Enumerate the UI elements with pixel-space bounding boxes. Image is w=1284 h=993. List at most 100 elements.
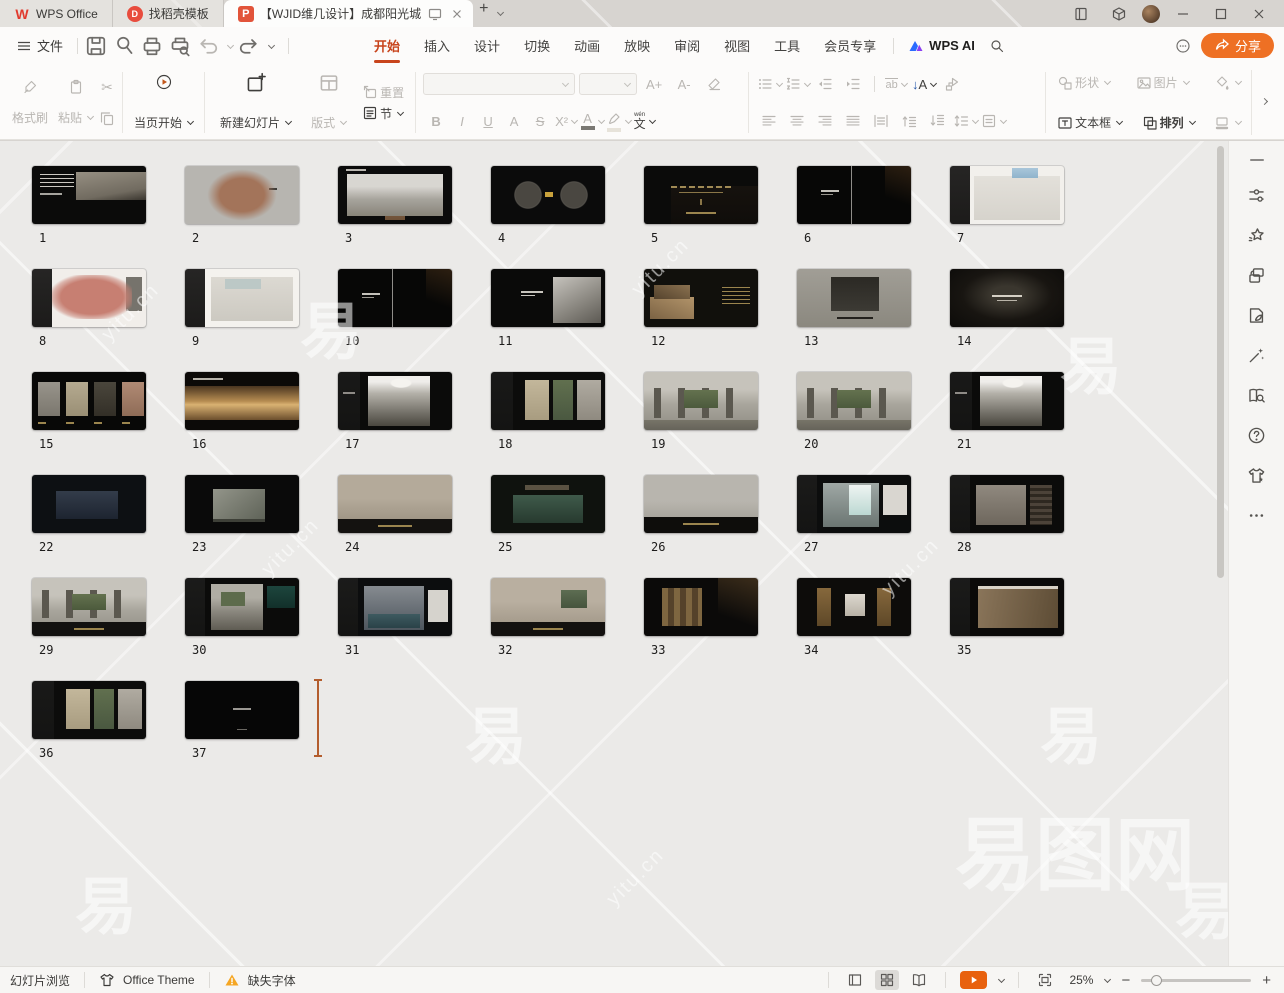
decrease-font-button[interactable]: A- [671, 72, 697, 96]
outline-button[interactable] [1210, 113, 1245, 133]
copy-icon[interactable] [99, 110, 115, 126]
slide-thumbnail-14[interactable] [950, 269, 1064, 327]
reset-button[interactable]: 重置 [358, 82, 408, 103]
paste-button[interactable]: 粘贴 [54, 107, 97, 128]
slide-thumbnail-24[interactable] [338, 475, 452, 533]
underline-button[interactable]: U [475, 109, 501, 133]
align-right-icon[interactable] [812, 109, 838, 133]
ribbon-tab-视图[interactable]: 视图 [713, 30, 761, 61]
ribbon-expand-button[interactable] [1251, 70, 1273, 135]
superscript-button[interactable]: X² [553, 109, 579, 133]
more-tools-icon[interactable] [1242, 500, 1272, 530]
slide-sorter-view-button[interactable] [875, 970, 899, 990]
font-name-select[interactable] [423, 73, 575, 95]
save-icon[interactable] [84, 34, 108, 58]
slideshow-play-button[interactable] [960, 971, 987, 989]
ribbon-tab-审阅[interactable]: 审阅 [663, 30, 711, 61]
app-tab-wps-office[interactable]: W WPS Office [0, 0, 113, 27]
zoom-out-button[interactable]: − [1118, 972, 1133, 989]
switch-windows-icon[interactable] [1242, 260, 1272, 290]
slide-thumbnail-27[interactable] [797, 475, 911, 533]
app-tab-docer-templates[interactable]: D 找稻壳模板 [113, 0, 224, 27]
slide-thumbnail-7[interactable] [950, 166, 1064, 224]
slide-thumbnail-25[interactable] [491, 475, 605, 533]
search-icon[interactable] [989, 38, 1005, 54]
cut-icon[interactable]: ✂ [101, 79, 113, 96]
play-from-current-button[interactable]: 当页开始 [130, 112, 197, 133]
slide-thumbnail-8[interactable] [32, 269, 146, 327]
vertical-align-button[interactable] [980, 109, 1006, 133]
panel-collapse-handle[interactable] [1250, 159, 1264, 161]
slide-thumbnail-13[interactable] [797, 269, 911, 327]
fit-to-window-button[interactable] [1033, 970, 1057, 990]
paste-icon[interactable] [68, 79, 84, 95]
slide-thumbnail-2[interactable] [185, 166, 299, 224]
slide-thumbnail-3[interactable] [338, 166, 452, 224]
tab-close-icon[interactable] [449, 6, 465, 22]
ribbon-tab-动画[interactable]: 动画 [563, 30, 611, 61]
resource-search-icon[interactable] [1242, 380, 1272, 410]
file-menu-button[interactable]: 文件 [8, 36, 71, 55]
close-button[interactable] [1244, 0, 1274, 27]
slide-thumbnail-11[interactable] [491, 269, 605, 327]
slide-thumbnail-32[interactable] [491, 578, 605, 636]
spacing-increase-icon[interactable] [896, 109, 922, 133]
workspace-cube-icon[interactable] [1104, 0, 1134, 27]
italic-button[interactable]: I [449, 109, 475, 133]
play-from-current-icon[interactable] [156, 74, 172, 90]
minimize-button[interactable] [1168, 0, 1198, 27]
template-library-icon[interactable] [1242, 300, 1272, 330]
justify-icon[interactable] [840, 109, 866, 133]
undo-chevron[interactable] [224, 39, 233, 53]
slide-thumbnail-36[interactable] [32, 681, 146, 739]
slide-thumbnail-1[interactable] [32, 166, 146, 224]
align-left-icon[interactable] [756, 109, 782, 133]
slide-thumbnail-35[interactable] [950, 578, 1064, 636]
ribbon-tab-放映[interactable]: 放映 [613, 30, 661, 61]
slide-thumbnail-29[interactable] [32, 578, 146, 636]
shapes-button[interactable]: 形状 [1053, 72, 1114, 93]
missing-fonts-label[interactable]: 缺失字体 [248, 972, 296, 989]
slide-thumbnail-5[interactable] [644, 166, 758, 224]
reading-view-button[interactable] [907, 970, 931, 990]
help-icon[interactable] [1242, 420, 1272, 450]
app-tab-presentation[interactable]: P 【WJID维几设计】成都阳光城 [224, 0, 473, 27]
ribbon-tab-插入[interactable]: 插入 [413, 30, 461, 61]
arrange-button[interactable]: 排列 [1138, 112, 1199, 133]
slideshow-options-chevron[interactable] [995, 973, 1004, 987]
slide-thumbnail-21[interactable] [950, 372, 1064, 430]
slide-thumbnail-12[interactable] [644, 269, 758, 327]
format-painter-button[interactable]: 格式刷 [8, 107, 52, 128]
slide-thumbnail-10[interactable] [338, 269, 452, 327]
picture-button[interactable]: 图片 [1132, 72, 1193, 93]
wps-ai-button[interactable]: WPS AI [908, 38, 975, 54]
smartart-convert-icon[interactable] [939, 72, 965, 96]
zoom-slider-track[interactable] [1141, 979, 1251, 982]
share-button[interactable]: 分享 [1201, 33, 1274, 58]
zoom-options-chevron[interactable] [1101, 973, 1110, 987]
theme-label[interactable]: Office Theme [123, 973, 195, 987]
slide-thumbnail-37[interactable] [185, 681, 299, 739]
tab-list-chevron[interactable] [494, 0, 503, 27]
slide-thumbnail-9[interactable] [185, 269, 299, 327]
highlight-color-button[interactable] [605, 109, 631, 133]
slide-thumbnail-16[interactable] [185, 372, 299, 430]
slide-thumbnail-18[interactable] [491, 372, 605, 430]
slide-thumbnail-22[interactable] [32, 475, 146, 533]
section-button[interactable]: 节 [358, 103, 408, 124]
text-shadow-button[interactable]: A [501, 109, 527, 133]
font-size-select[interactable] [579, 73, 637, 95]
fill-color-button[interactable] [1210, 73, 1245, 93]
slide-thumbnail-19[interactable] [644, 372, 758, 430]
text-direction-button[interactable]: ↓A [911, 72, 937, 96]
zoom-slider-knob[interactable] [1151, 975, 1162, 986]
slide-thumbnail-30[interactable] [185, 578, 299, 636]
new-tab-button[interactable]: + [473, 0, 494, 27]
slide-thumbnail-20[interactable] [797, 372, 911, 430]
ribbon-tab-设计[interactable]: 设计 [463, 30, 511, 61]
numbering-button[interactable] [784, 72, 810, 96]
normal-view-button[interactable] [843, 970, 867, 990]
ribbon-tab-会员专享[interactable]: 会员专享 [813, 30, 887, 61]
beautify-star-icon[interactable] [1242, 220, 1272, 250]
distribute-icon[interactable] [868, 109, 894, 133]
